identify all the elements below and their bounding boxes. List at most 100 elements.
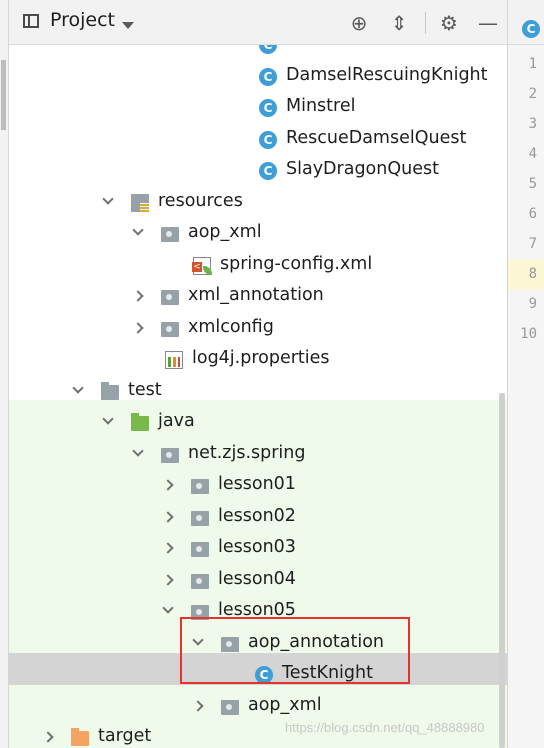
chevron-right-icon[interactable] [132,290,144,302]
project-view-icon [23,14,39,28]
line-number: 9 [528,296,537,312]
package-folder-icon [161,290,179,305]
tree-node-label: xml_annotation [188,285,324,305]
resources-folder-icon [131,194,149,212]
class-icon: C [259,131,277,149]
line-number: 6 [528,206,537,222]
tree-node[interactable]: C Minstrel [9,92,507,124]
properties-file-icon [165,351,183,369]
class-icon: C [259,99,277,117]
chevron-down-icon[interactable] [132,224,144,236]
package-folder-icon [161,322,179,337]
annotation-highlight-box [180,617,410,684]
chevron-down-icon[interactable] [132,445,144,457]
class-icon: C [259,162,277,180]
tree-node[interactable]: spring-config.xml [9,250,507,282]
editor-tab[interactable]: C [508,0,544,45]
package-folder-icon [221,700,239,715]
left-tool-strip[interactable] [0,0,9,748]
chevron-right-icon[interactable] [162,479,174,491]
chevron-down-icon[interactable] [162,602,174,614]
line-number: 7 [528,236,537,252]
class-icon: C [259,45,277,54]
tree-node-label: lesson04 [218,569,296,589]
package-folder-icon [191,511,209,526]
tree-node[interactable]: C DamselRescuingKnight [9,61,507,93]
line-number: 1 [528,56,537,72]
excluded-folder-icon [71,728,89,746]
chevron-right-icon[interactable] [192,700,204,712]
class-icon: C [259,68,277,86]
tree-node-label: resources [158,191,243,211]
tree-node[interactable]: net.zjs.spring [9,439,507,471]
source-folder-icon [131,413,149,431]
tree-node[interactable]: aop_xml [9,691,507,723]
chevron-right-icon[interactable] [162,574,174,586]
folder-icon [101,382,119,400]
tree-node[interactable]: lesson01 [9,470,507,502]
line-number: 5 [528,176,537,192]
tree-node-label: lesson02 [218,506,296,526]
line-number: 3 [528,116,537,132]
class-icon: C [522,20,540,38]
spring-xml-icon [192,257,212,275]
tree-node-label: Minstrel [286,96,356,116]
package-folder-icon [191,479,209,494]
tree-node[interactable]: java [9,407,507,439]
chevron-right-icon[interactable] [42,731,54,743]
watermark: https://blog.csdn.net/qq_48888980 [285,720,485,735]
line-number: 8 [528,266,537,282]
chevron-down-icon[interactable] [122,22,134,29]
tree-node-label: test [128,380,162,400]
chevron-down-icon[interactable] [72,382,84,394]
tree-node[interactable]: xml_annotation [9,281,507,313]
package-folder-icon [161,227,179,242]
minimize-icon[interactable]: — [477,12,499,34]
tree-node[interactable]: C RescueDamselQuest [9,124,507,156]
chevron-right-icon[interactable] [132,322,144,334]
line-number: 4 [528,146,537,162]
tree-node-label: aop_xml [188,222,262,242]
tree-node[interactable]: lesson03 [9,533,507,565]
package-folder-icon [161,448,179,463]
locate-target-icon[interactable]: ⊕ [348,12,370,34]
tree-node[interactable]: aop_xml [9,218,507,250]
editor-gutter: C 1 2 3 4 5 6 7 8 9 10 [507,0,544,748]
gear-icon[interactable]: ⚙ [438,12,460,34]
line-number: 10 [520,326,537,342]
tree-node[interactable]: log4j.properties [9,344,507,376]
toolbar-divider [425,12,426,34]
tree-node-label: xmlconfig [188,317,274,337]
tree-node-label: aop_xml [248,695,322,715]
tree-node[interactable]: C [9,45,507,61]
collapse-all-icon[interactable]: ⇕ [388,12,410,34]
left-strip-thumb[interactable] [1,60,6,130]
tree-node-label: java [158,411,195,431]
tree-scrollbar-thumb[interactable] [499,393,505,748]
tree-node[interactable]: C SlayDragonQuest [9,155,507,187]
tree-node-label: DamselRescuingKnight [286,65,488,85]
project-view-title[interactable]: Project [50,9,115,31]
chevron-down-icon[interactable] [102,413,114,425]
tree-node-label: log4j.properties [192,348,330,368]
chevron-right-icon[interactable] [162,511,174,523]
tree-node[interactable]: lesson04 [9,565,507,597]
chevron-down-icon[interactable] [102,193,114,205]
tree-node-label: lesson03 [218,537,296,557]
tree-node[interactable]: xmlconfig [9,313,507,345]
project-toolbar: Project ⊕ ⇕ ⚙ — [9,0,507,45]
tree-node-label: net.zjs.spring [188,443,306,463]
tree-node-label: target [98,726,152,746]
tree-node-label: SlayDragonQuest [286,159,439,179]
chevron-right-icon[interactable] [162,542,174,554]
tree-node[interactable]: resources [9,187,507,219]
tree-node[interactable]: lesson02 [9,502,507,534]
tree-scrollbar[interactable] [497,45,507,748]
tree-node-label: spring-config.xml [220,254,373,274]
tree-node[interactable]: test [9,376,507,408]
tree-node-label: lesson01 [218,474,296,494]
package-folder-icon [191,574,209,589]
tree-node-label: RescueDamselQuest [286,128,467,148]
package-folder-icon [191,542,209,557]
line-number: 2 [528,86,537,102]
